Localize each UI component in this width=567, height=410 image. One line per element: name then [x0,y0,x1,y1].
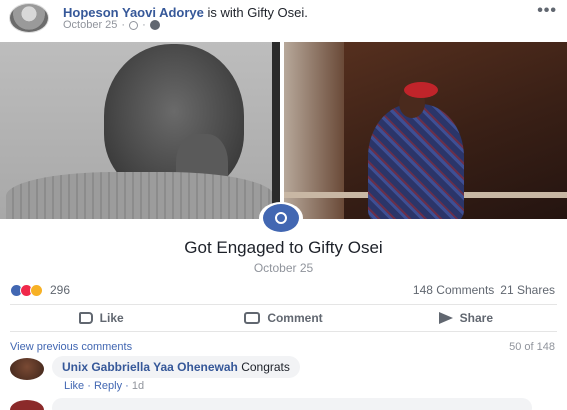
share-label: Share [459,311,493,325]
comment-bubble [52,398,532,410]
comment-meta: Like · Reply · 1d [64,380,144,392]
date-separator: · [121,19,126,31]
like-button[interactable]: Like [10,311,192,325]
life-event-badge [259,202,303,234]
share-button[interactable]: Share [375,311,557,325]
comment-author[interactable]: Unix Gabbriella Yaa Ohenewah [62,360,238,374]
post-actions: Like Comment Share [10,304,557,332]
comment-text: Congrats [237,360,290,374]
ring-icon [275,212,287,224]
life-event-badge-inner [263,204,299,232]
author-name[interactable]: Hopeson Yaovi Adorye [63,5,204,20]
comment-icon [244,312,261,324]
photo-frame [272,42,280,219]
comment-meta-separator: · [125,380,132,392]
like-label: Like [99,311,124,325]
more-options-button[interactable]: ••• [537,2,557,20]
post-meta: October 25 · · [63,19,160,31]
clock-icon [129,20,139,30]
life-event-title: Got Engaged to Gifty Osei [184,238,383,257]
post-photo-right[interactable] [284,42,567,219]
commenter-avatar[interactable] [10,358,44,380]
author-avatar[interactable] [9,3,49,33]
globe-icon[interactable] [149,20,160,30]
post-date[interactable]: October 25 [63,19,117,31]
comment-label: Comment [267,311,323,325]
comment-reply-link[interactable]: Reply [94,380,122,392]
wow-icon [30,283,43,297]
engagement-counts: 148 Comments 21 Shares [413,283,555,297]
comments-count[interactable]: 148 Comments [413,283,494,297]
comment-button[interactable]: Comment [192,311,374,325]
thumbs-up-icon [78,312,93,324]
life-event-date: October 25 [253,261,314,275]
reaction-count[interactable]: 296 [50,283,70,297]
post-header: Hopeson Yaovi Adorye is with Gifty Osei.… [0,0,567,40]
tagged-text: is with Gifty Osei. [203,5,308,20]
photo-hat [404,82,438,98]
shares-count[interactable]: 21 Shares [500,283,555,297]
photo-dress [368,104,464,219]
comment-bubble: Unix Gabbriella Yaa Ohenewah Congrats [52,356,300,378]
view-previous-comments-link[interactable]: View previous comments [10,341,132,353]
share-icon [438,312,453,324]
comment-meta-separator: · [87,380,94,392]
comment-like-link[interactable]: Like [64,380,84,392]
comment-item: Unix Gabbriella Yaa Ohenewah Congrats Li… [10,356,557,396]
separator-dot: · [142,19,146,31]
post-photo-left[interactable] [0,42,280,219]
comment-time[interactable]: 1d [132,380,144,392]
reaction-summary[interactable]: 296 [10,283,70,297]
author-line: Hopeson Yaovi Adorye is with Gifty Osei. [63,5,308,20]
photo-shirt [6,172,274,219]
commenter-avatar[interactable] [10,400,44,410]
comment-item-partial [10,398,557,410]
comment-pagination: 50 of 148 [509,341,555,353]
